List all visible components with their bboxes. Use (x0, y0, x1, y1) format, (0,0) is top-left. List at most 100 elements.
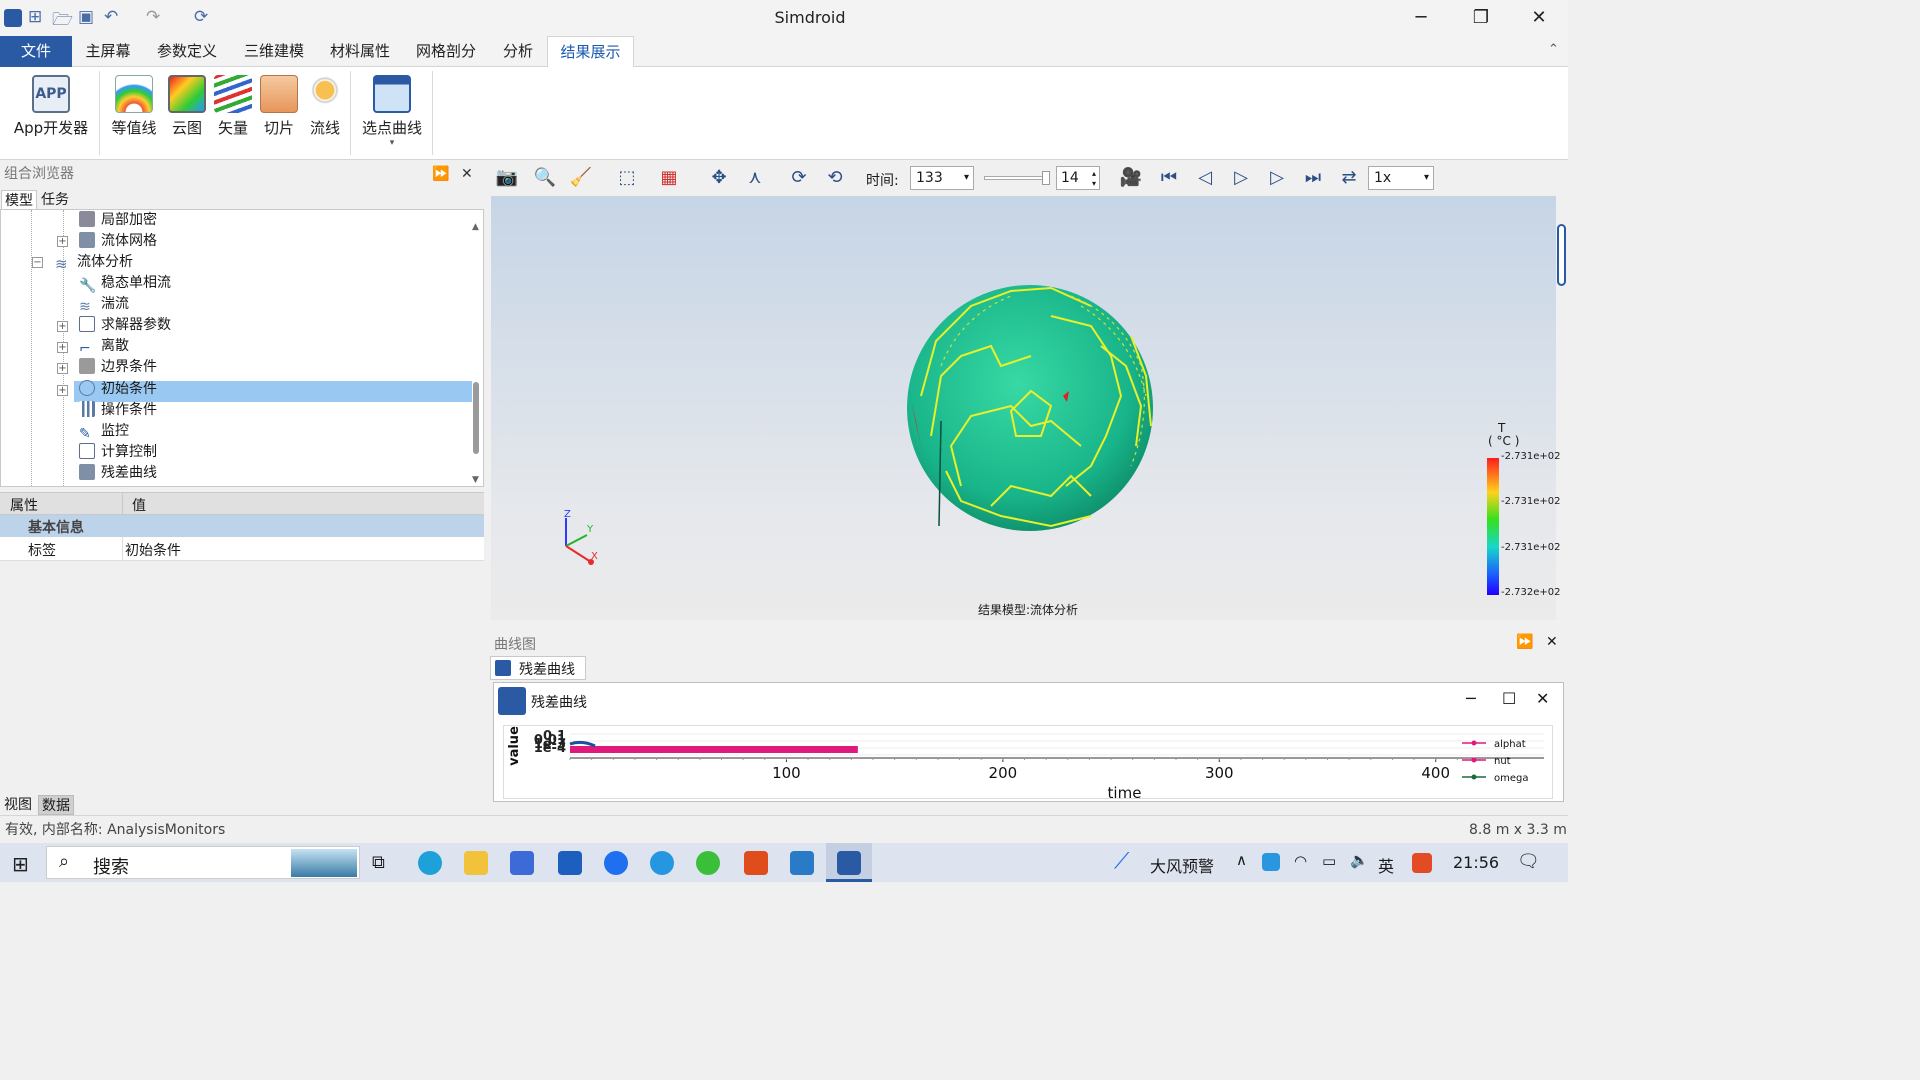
windows-start-icon[interactable]: ⊞ (12, 852, 29, 876)
rotate-icon[interactable]: ⟳ (786, 166, 812, 190)
tree-item[interactable]: 🔧 稳态单相流 (79, 273, 171, 294)
tab-home[interactable]: 主屏幕 (74, 36, 142, 67)
collapse-icon[interactable]: − (32, 257, 43, 268)
first-frame-icon[interactable]: ⏮ (1156, 166, 1182, 190)
tab-results[interactable]: 结果展示 (547, 36, 634, 68)
view-box-icon[interactable]: ⬚ (614, 166, 640, 190)
notification-icon[interactable]: 🗨 (1517, 851, 1540, 872)
wifi-icon[interactable]: ◠ (1294, 852, 1307, 870)
play-icon[interactable]: ▷ (1228, 166, 1254, 190)
frame-stepper[interactable]: 14 ▴ ▾ (1056, 166, 1100, 190)
loop-icon[interactable]: ⇄ (1336, 166, 1362, 190)
store-icon[interactable] (510, 851, 534, 875)
clock[interactable]: 21:56 (1453, 853, 1499, 872)
tab-3d-modeling[interactable]: 三维建模 (232, 36, 316, 67)
close-panel-icon[interactable]: ✕ (1546, 634, 1558, 650)
3d-viewport[interactable]: Z Y X 结果模型:流体分析 T ( °C ) -2.731e+02 -2.7… (491, 196, 1561, 620)
zoom-icon[interactable]: 🔍 (532, 166, 558, 190)
tab-analysis[interactable]: 分析 (492, 36, 544, 67)
tree-item-selected[interactable]: 初始条件 (79, 379, 157, 400)
tree-item[interactable]: ≋ 湍流 (79, 294, 129, 315)
tree-item[interactable]: 流体网格 (79, 231, 157, 252)
contour-button[interactable]: 等值线 (108, 75, 160, 138)
task-view-icon[interactable]: ⧉ (372, 852, 385, 873)
next-frame-icon[interactable]: ▷ (1264, 166, 1290, 190)
tree-item[interactable]: 局部加密 (79, 210, 157, 231)
office-icon[interactable] (744, 851, 768, 875)
minimize-button[interactable]: ─ (1398, 4, 1444, 32)
expand-icon[interactable]: + (57, 385, 68, 396)
tab-tasks[interactable]: 任务 (38, 190, 72, 210)
tab-parameters[interactable]: 参数定义 (146, 36, 228, 67)
restore-button[interactable]: ❐ (1458, 4, 1504, 32)
mail-icon[interactable] (558, 851, 582, 875)
reset-rotate-icon[interactable]: ⟲ (822, 166, 848, 190)
viewport-scrollbar[interactable] (1557, 224, 1566, 286)
chevron-up-icon[interactable]: ∧ (1236, 851, 1247, 869)
pin-icon[interactable]: ⏩ (1516, 634, 1533, 650)
expand-icon[interactable]: + (57, 321, 68, 332)
prev-frame-icon[interactable]: ◁ (1192, 166, 1218, 190)
tree-item[interactable]: 操作条件 (79, 400, 157, 421)
fit-view-icon[interactable]: ✥ (706, 166, 732, 190)
ime-language[interactable]: 英 (1378, 853, 1394, 877)
tree-item[interactable]: 计算控制 (79, 442, 157, 463)
expand-icon[interactable]: + (57, 342, 68, 353)
collapse-ribbon-icon[interactable]: ⌃ (1548, 42, 1559, 57)
tree-item[interactable]: 残差曲线 (79, 463, 157, 484)
scroll-down-icon[interactable]: ▼ (472, 475, 479, 485)
tab-data[interactable]: 数据 (38, 795, 74, 815)
tray-app-icon[interactable] (1262, 853, 1280, 871)
weather-icon[interactable]: ⟋ (1114, 849, 1129, 874)
time-slider[interactable] (984, 176, 1048, 180)
weather-text[interactable]: 大风预警 (1150, 853, 1214, 877)
tab-meshing[interactable]: 网格剖分 (404, 36, 488, 67)
axes-icon[interactable]: ⋏ (742, 166, 768, 190)
simdroid-taskbar-active[interactable] (826, 843, 872, 882)
battery-icon[interactable]: ▭ (1322, 852, 1336, 870)
tab-model[interactable]: 模型 (1, 190, 37, 210)
scroll-up-icon[interactable]: ▲ (472, 222, 479, 232)
speed-select[interactable]: 1x ▾ (1368, 166, 1434, 190)
vector-button[interactable]: 矢量 (212, 75, 254, 138)
pin-icon[interactable]: ⏩ (432, 160, 449, 188)
file-explorer-icon[interactable] (464, 851, 488, 875)
minimize-icon[interactable]: ─ (1466, 689, 1476, 708)
probe-curve-button[interactable]: 选点曲线 ▾ (358, 75, 426, 148)
expand-icon[interactable]: + (57, 363, 68, 374)
tree-item[interactable]: 求解器参数 (79, 315, 171, 336)
expand-icon[interactable]: + (57, 236, 68, 247)
wechat-icon[interactable] (696, 851, 720, 875)
tab-view[interactable]: 视图 (1, 795, 35, 815)
time-select[interactable]: 133 ▾ (910, 166, 974, 190)
edge-icon[interactable] (418, 851, 442, 875)
ie-icon[interactable] (650, 851, 674, 875)
tree-item[interactable]: ≋ 流体分析 (55, 252, 133, 273)
cloud-map-button[interactable]: 云图 (166, 75, 208, 138)
tree-scrollbar[interactable] (473, 382, 479, 454)
tree-item[interactable]: ✎ 监控 (79, 421, 129, 442)
display-mode-icon[interactable]: ▦ (656, 166, 682, 190)
tab-residual-curve[interactable]: 残差曲线 (490, 656, 586, 680)
lenovo-icon[interactable] (604, 851, 628, 875)
close-icon[interactable]: ✕ (1536, 689, 1549, 708)
last-frame-icon[interactable]: ⏭ (1300, 166, 1326, 190)
record-video-icon[interactable]: 🎥 (1118, 166, 1144, 190)
sogou-icon[interactable] (1412, 853, 1432, 873)
taskbar-search[interactable]: ⌕ 搜索 (46, 846, 360, 879)
close-button[interactable]: ✕ (1516, 4, 1562, 32)
broom-icon[interactable]: 🧹 (568, 166, 594, 190)
streamline-button[interactable]: 流线 (304, 75, 346, 138)
slice-button[interactable]: 切片 (258, 75, 300, 138)
tab-materials[interactable]: 材料属性 (318, 36, 402, 67)
tree-item[interactable]: ⌐ 离散 (79, 336, 129, 357)
app-icon-blue[interactable] (790, 851, 814, 875)
screenshot-icon[interactable]: 📷 (494, 166, 520, 190)
prop-value[interactable]: 初始条件 (125, 540, 181, 560)
volume-icon[interactable]: 🔈 (1350, 851, 1369, 869)
slider-handle[interactable] (1042, 171, 1050, 185)
close-panel-icon[interactable]: ✕ (461, 160, 473, 188)
maximize-icon[interactable]: ☐ (1502, 689, 1516, 708)
tree-item[interactable]: 边界条件 (79, 357, 157, 378)
tab-file[interactable]: 文件 (0, 36, 72, 67)
